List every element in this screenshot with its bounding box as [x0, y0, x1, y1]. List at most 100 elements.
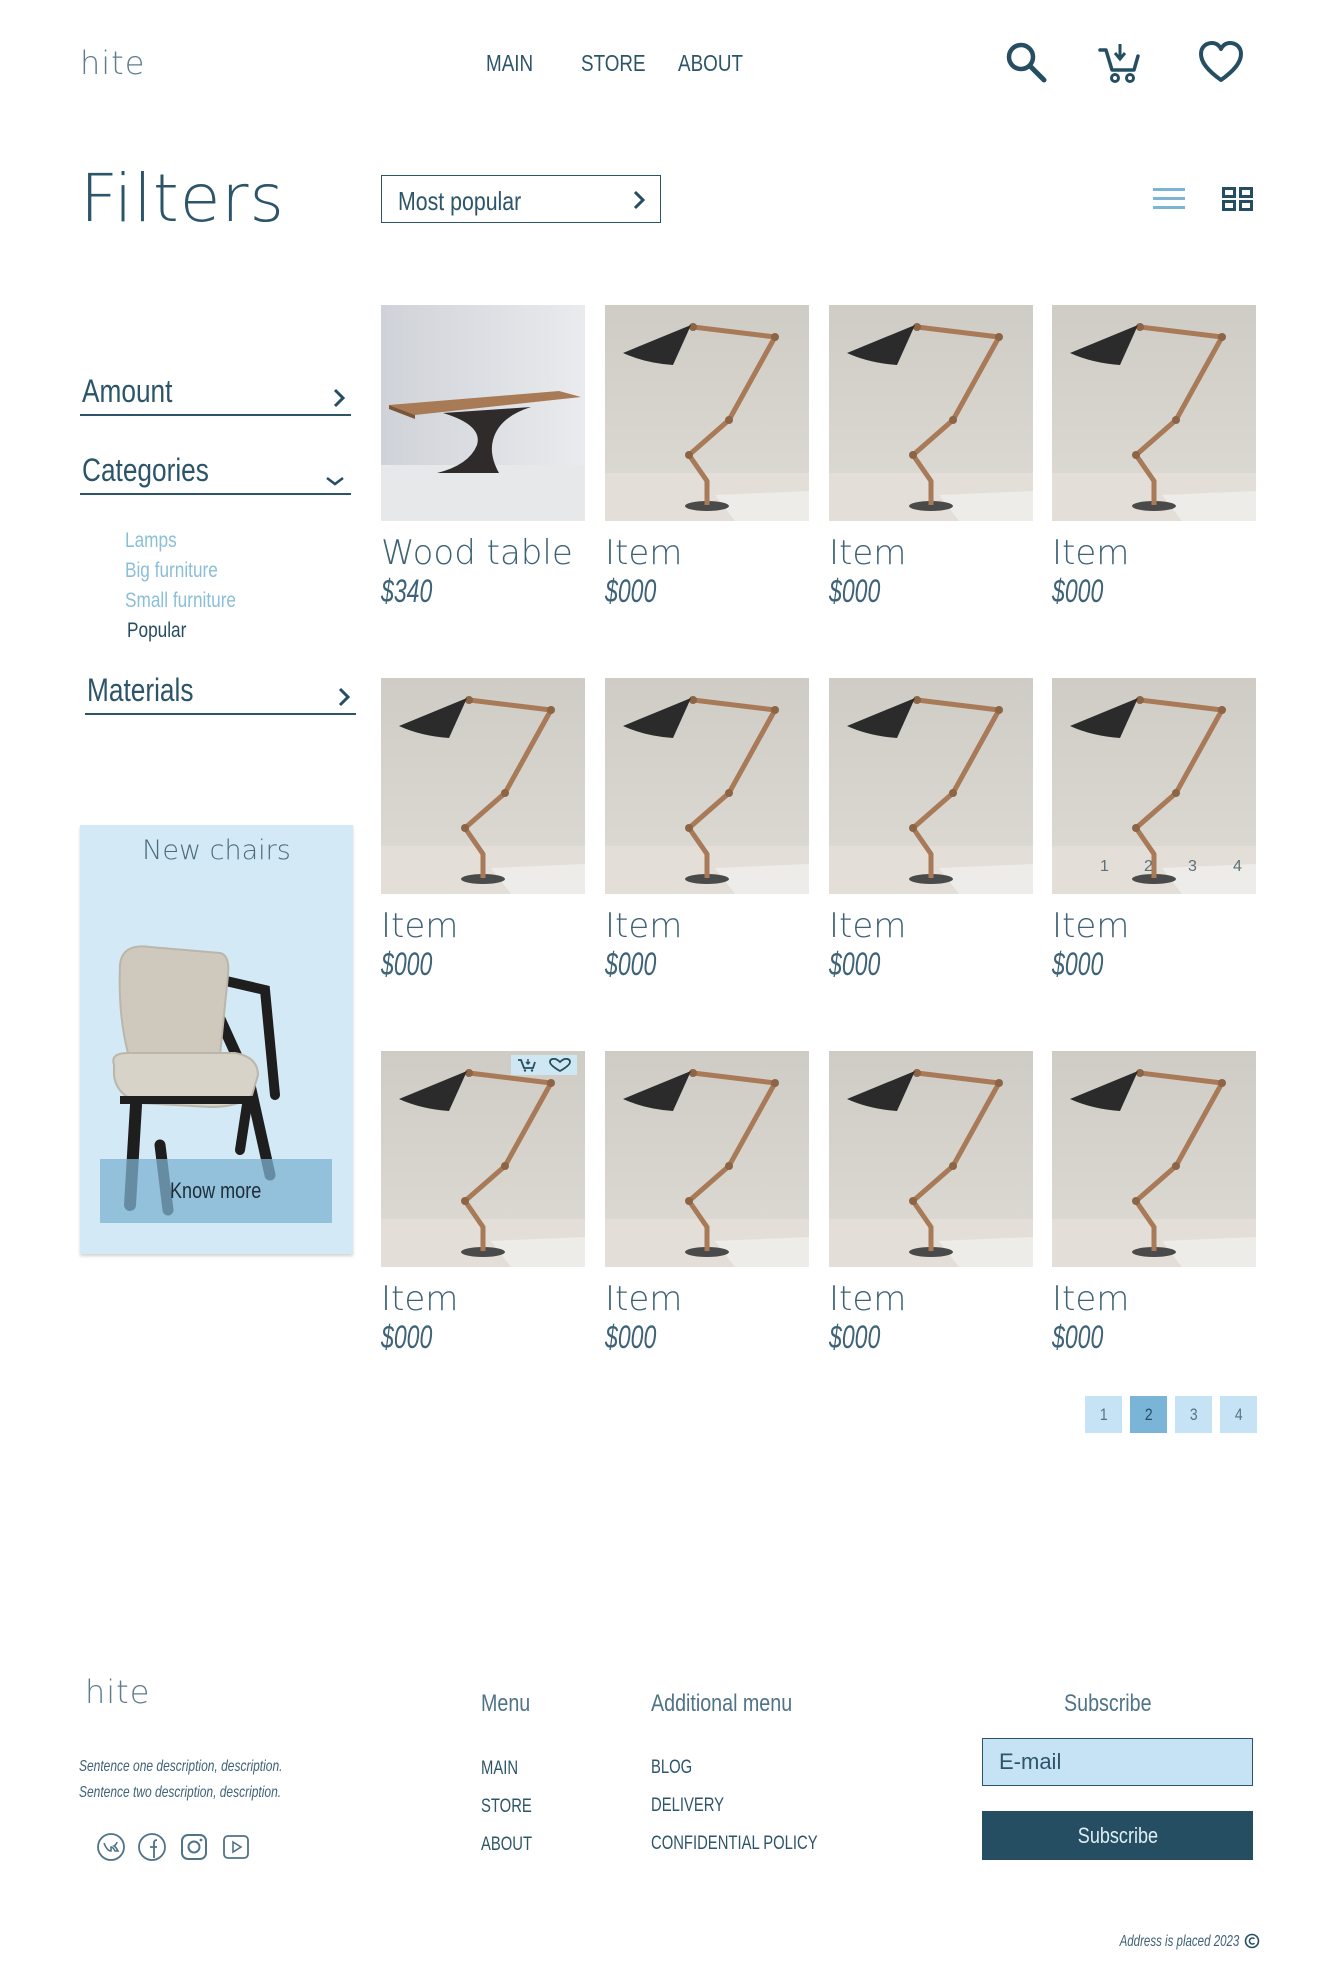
product-image[interactable]: [381, 1051, 585, 1267]
image-page-1[interactable]: 1: [1100, 858, 1109, 876]
category-small-furniture[interactable]: Small furniture: [125, 589, 236, 613]
heart-icon[interactable]: [1197, 40, 1245, 89]
lamp-image: [829, 305, 1033, 521]
instagram-icon[interactable]: [179, 1832, 209, 1867]
product-name[interactable]: Item: [605, 906, 682, 946]
heart-icon[interactable]: [549, 1058, 571, 1072]
category-popular[interactable]: Popular: [127, 619, 186, 643]
page-2[interactable]: 2: [1130, 1396, 1167, 1433]
product-name[interactable]: Item: [381, 906, 458, 946]
image-page-2[interactable]: 2: [1144, 858, 1153, 876]
footer-link-store[interactable]: STORE: [481, 1796, 532, 1818]
image-page-4[interactable]: 4: [1233, 858, 1242, 876]
copyright-icon: [1244, 1933, 1260, 1949]
copyright: Address is placed 2023: [1073, 1933, 1260, 1951]
product-price: $000: [829, 1319, 881, 1355]
sort-value: Most popular: [398, 186, 522, 216]
chevron-down-icon: [326, 477, 344, 486]
subscribe-title: Subscribe: [1064, 1690, 1152, 1717]
lamp-image: [381, 678, 585, 894]
product-image[interactable]: [829, 678, 1033, 894]
know-more-button[interactable]: Know more: [100, 1159, 332, 1223]
image-page-3[interactable]: 3: [1188, 858, 1197, 876]
lamp-image: [1052, 305, 1256, 521]
product-price: $000: [829, 946, 881, 982]
product-name[interactable]: Item: [829, 906, 906, 946]
promo-title: New chairs: [142, 835, 291, 866]
chevron-right-icon: [338, 687, 350, 707]
footer-link-blog[interactable]: BLOG: [651, 1757, 692, 1779]
footer-link-main[interactable]: MAIN: [481, 1758, 518, 1780]
cart-icon[interactable]: [1096, 38, 1144, 91]
product-name[interactable]: Item: [829, 1279, 906, 1319]
chevron-right-icon: [333, 388, 345, 408]
chevron-right-icon: [633, 190, 646, 210]
category-big-furniture[interactable]: Big furniture: [125, 559, 218, 583]
sort-dropdown[interactable]: Most popular: [381, 175, 661, 223]
lamp-image: [605, 1051, 809, 1267]
lamp-image: [1052, 678, 1256, 894]
list-view-icon[interactable]: [1153, 186, 1187, 217]
search-icon[interactable]: [1004, 40, 1048, 89]
product-name[interactable]: Item: [1052, 533, 1129, 573]
grid-view-icon[interactable]: [1222, 186, 1254, 217]
product-image[interactable]: [1052, 1051, 1256, 1267]
copyright-text: Address is placed 2023: [1119, 1933, 1240, 1950]
product-image[interactable]: [381, 678, 585, 894]
product-price: $000: [1052, 573, 1104, 609]
footer-description-2: Sentence two description, description.: [79, 1784, 282, 1801]
product-name[interactable]: Item: [605, 533, 682, 573]
page-3[interactable]: 3: [1175, 1396, 1212, 1433]
product-image[interactable]: [829, 305, 1033, 521]
product-image[interactable]: [1052, 305, 1256, 521]
product-name[interactable]: Item: [1052, 906, 1129, 946]
product-name[interactable]: Item: [1052, 1279, 1129, 1319]
product-price: $000: [605, 1319, 657, 1355]
footer-link-delivery[interactable]: DELIVERY: [651, 1795, 724, 1817]
page-1[interactable]: 1: [1085, 1396, 1122, 1433]
product-price: $000: [1052, 946, 1104, 982]
product-image[interactable]: [605, 305, 809, 521]
vk-icon[interactable]: [96, 1832, 126, 1867]
filter-materials[interactable]: Materials: [85, 669, 356, 715]
footer-link-confidential-policy[interactable]: CONFIDENTIAL POLICY: [651, 1833, 818, 1855]
product-name[interactable]: Item: [381, 1279, 458, 1319]
product-name[interactable]: Item: [829, 533, 906, 573]
filter-categories[interactable]: Categories: [80, 449, 351, 495]
subscribe-button[interactable]: Subscribe: [982, 1811, 1253, 1860]
footer-logo[interactable]: hite: [85, 1673, 150, 1711]
product-name[interactable]: Item: [605, 1279, 682, 1319]
product-image[interactable]: [381, 305, 585, 521]
filter-amount-label: Amount: [82, 373, 173, 409]
lamp-image: [605, 678, 809, 894]
category-lamps[interactable]: Lamps: [125, 529, 177, 553]
promo-banner: New chairs Know more: [80, 825, 353, 1254]
product-price: $000: [381, 1319, 433, 1355]
product-name[interactable]: Wood table: [381, 533, 573, 573]
product-image[interactable]: [1052, 678, 1256, 894]
filter-amount[interactable]: Amount: [80, 370, 351, 416]
nav-about[interactable]: ABOUT: [678, 50, 743, 77]
nav-main[interactable]: MAIN: [486, 50, 533, 77]
facebook-icon[interactable]: [137, 1832, 167, 1867]
page-4[interactable]: 4: [1220, 1396, 1257, 1433]
product-price: $000: [381, 946, 433, 982]
quick-actions: [511, 1055, 577, 1075]
filter-categories-label: Categories: [82, 452, 209, 488]
lamp-image: [1052, 1051, 1256, 1267]
lamp-image: [605, 305, 809, 521]
product-image[interactable]: [829, 1051, 1033, 1267]
product-price: $000: [829, 573, 881, 609]
email-field[interactable]: [982, 1738, 1253, 1786]
filter-materials-label: Materials: [87, 672, 194, 708]
product-price: $340: [381, 573, 433, 609]
product-image[interactable]: [605, 678, 809, 894]
lamp-image: [829, 678, 1033, 894]
cart-icon[interactable]: [517, 1058, 537, 1072]
product-image[interactable]: [605, 1051, 809, 1267]
nav-store[interactable]: STORE: [581, 50, 646, 77]
youtube-icon[interactable]: [221, 1832, 251, 1867]
page-title: Filters: [80, 160, 285, 237]
footer-link-about[interactable]: ABOUT: [481, 1834, 532, 1856]
header-logo[interactable]: hite: [80, 44, 145, 82]
